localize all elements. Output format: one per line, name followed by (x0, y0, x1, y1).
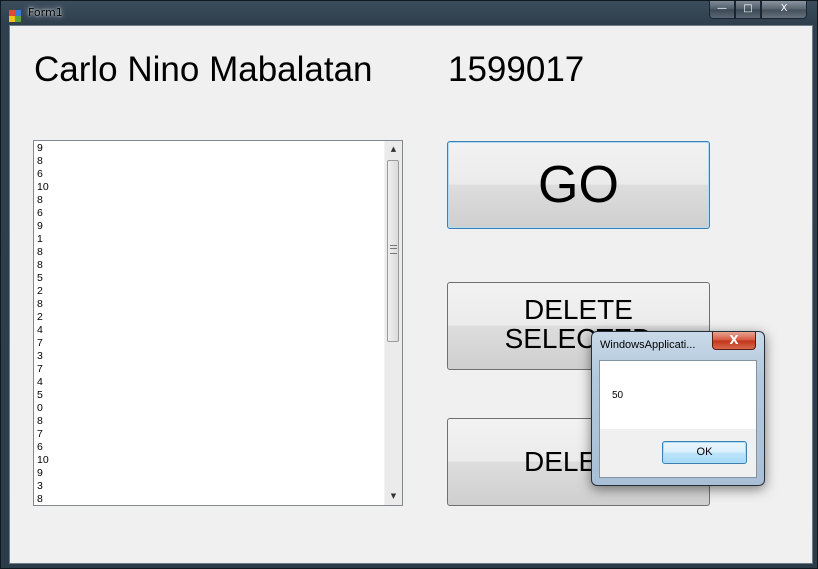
close-button[interactable]: X (761, 1, 807, 19)
list-item[interactable]: 6 (37, 207, 382, 220)
list-item[interactable]: 3 (37, 350, 382, 363)
scroll-up-icon[interactable]: ▲ (385, 141, 402, 158)
message-box-close-button[interactable]: X (712, 332, 756, 350)
scroll-thumb[interactable] (387, 160, 399, 342)
list-item[interactable]: 8 (37, 298, 382, 311)
list-item[interactable]: 6 (37, 168, 382, 181)
message-box-content: 50 (600, 361, 756, 429)
vertical-scrollbar[interactable]: ▲ ▼ (384, 141, 402, 505)
close-icon: X (729, 333, 739, 347)
name-label: Carlo Nino Mabalatan (34, 50, 373, 89)
list-item[interactable]: 8 (37, 194, 382, 207)
title-bar[interactable]: Form1 — □ X (1, 1, 818, 25)
list-item[interactable]: 9 (37, 467, 382, 480)
form-icon (9, 7, 21, 22)
app-window: Form1 — □ X Carlo Nino Mabalatan 1599017… (0, 0, 818, 569)
id-label: 1599017 (448, 50, 585, 89)
scroll-down-icon[interactable]: ▼ (385, 488, 402, 505)
minimize-icon: — (717, 3, 727, 14)
list-item[interactable]: 3 (37, 480, 382, 493)
list-item[interactable]: 7 (37, 428, 382, 441)
list-item[interactable]: 4 (37, 324, 382, 337)
list-item[interactable]: 10 (37, 454, 382, 467)
ok-button[interactable]: OK (662, 441, 747, 464)
list-item[interactable]: 5 (37, 272, 382, 285)
list-item[interactable]: 8 (37, 415, 382, 428)
window-title: Form1 (28, 6, 63, 19)
message-box-title: WindowsApplicati... (600, 339, 696, 351)
list-item[interactable]: 5 (37, 389, 382, 402)
message-box: WindowsApplicati... X 50 OK (591, 331, 765, 486)
list-item[interactable]: 7 (37, 363, 382, 376)
caption-buttons: — □ X (709, 1, 813, 20)
grip-icon (390, 245, 397, 254)
list-item[interactable]: 8 (37, 155, 382, 168)
list-item[interactable]: 6 (37, 441, 382, 454)
numbers-listbox[interactable]: 9 8 6 10 8 6 9 1 8 8 5 2 8 2 4 7 3 7 4 5 0 8 7 6 10 9 3 8 ▲ ▼ (33, 140, 403, 506)
list-item[interactable]: 9 (37, 220, 382, 233)
minimize-button[interactable]: — (709, 1, 735, 19)
list-item[interactable]: 8 (37, 493, 382, 505)
list-item[interactable]: 4 (37, 376, 382, 389)
list-item[interactable]: 0 (37, 402, 382, 415)
maximize-icon: □ (743, 3, 753, 14)
list-item[interactable]: 2 (37, 311, 382, 324)
list-item[interactable]: 10 (37, 181, 382, 194)
listbox-items: 9 8 6 10 8 6 9 1 8 8 5 2 8 2 4 7 3 7 4 5 0 8 7 6 10 9 3 8 (37, 142, 382, 505)
list-item[interactable]: 8 (37, 259, 382, 272)
list-item[interactable]: 7 (37, 337, 382, 350)
go-button[interactable]: GO (447, 141, 710, 229)
message-box-body: 50 OK (599, 360, 757, 478)
list-item[interactable]: 8 (37, 246, 382, 259)
list-item[interactable]: 2 (37, 285, 382, 298)
message-text: 50 (612, 390, 624, 401)
list-item[interactable]: 1 (37, 233, 382, 246)
maximize-button[interactable]: □ (735, 1, 761, 19)
list-item[interactable]: 9 (37, 142, 382, 155)
close-icon: X (780, 3, 788, 14)
